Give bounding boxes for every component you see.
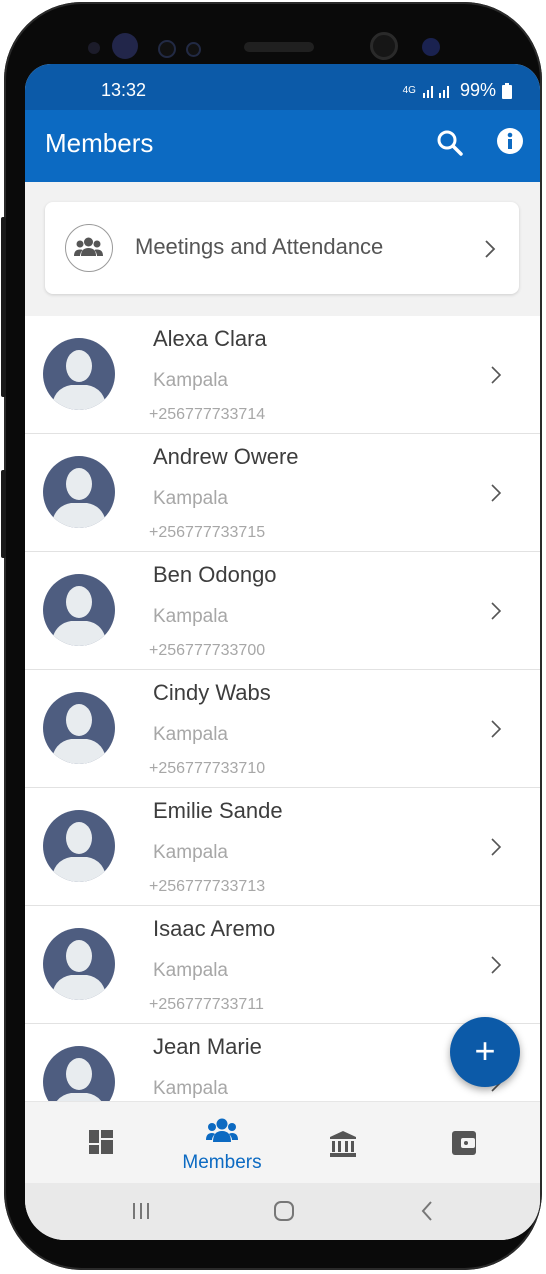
wallet-icon (452, 1131, 476, 1155)
members-icon (206, 1118, 238, 1142)
member-city: Kampala (153, 1078, 228, 1099)
battery-icon (502, 82, 512, 99)
iris-scanner (112, 33, 138, 59)
dashboard-icon (89, 1130, 113, 1154)
chevron-right-icon (491, 838, 502, 856)
avatar-icon (43, 338, 115, 410)
member-city: Kampala (153, 724, 228, 745)
nav-wallet[interactable] (435, 1102, 515, 1184)
avatar-icon (43, 810, 115, 882)
avatar-icon (43, 692, 115, 764)
nav-members-label: Members (182, 1152, 262, 1173)
front-camera-secondary (422, 38, 440, 56)
member-row[interactable]: Isaac Aremo Kampala +256777733711 (25, 906, 540, 1024)
member-city: Kampala (153, 370, 228, 391)
sensor-dot (186, 42, 201, 57)
earpiece-speaker (244, 42, 314, 52)
system-nav-bar (25, 1183, 540, 1240)
meetings-attendance-card[interactable]: Meetings and Attendance (45, 202, 519, 294)
sensor-dot (88, 42, 100, 54)
network-type: 4G (402, 84, 416, 96)
avatar-icon (43, 928, 115, 1000)
member-row[interactable]: Ben Odongo Kampala +256777733700 (25, 552, 540, 670)
member-city: Kampala (153, 842, 228, 863)
recent-apps-icon[interactable] (131, 1201, 151, 1221)
member-phone: +256777733711 (149, 996, 264, 1013)
phone-top-sensors (4, 2, 542, 62)
chevron-right-icon (485, 240, 496, 258)
avatar-icon (43, 456, 115, 528)
member-name: Cindy Wabs (153, 680, 271, 705)
member-row[interactable]: Alexa Clara Kampala +256777733714 (25, 316, 540, 434)
chevron-right-icon (491, 366, 502, 384)
avatar-icon (43, 574, 115, 646)
nav-bank[interactable] (315, 1102, 395, 1184)
member-name: Emilie Sande (153, 798, 283, 823)
front-camera-icon (370, 32, 398, 60)
app-bar: Members (25, 110, 540, 182)
search-icon[interactable] (435, 128, 465, 158)
member-name: Jean Marie (153, 1034, 262, 1059)
chevron-right-icon (491, 602, 502, 620)
member-name: Ben Odongo (153, 562, 277, 587)
member-phone: +256777733710 (149, 760, 266, 777)
member-row[interactable]: Cindy Wabs Kampala +256777733710 (25, 670, 540, 788)
battery-percent: 99% (459, 80, 496, 100)
member-phone: +256777733714 (149, 406, 266, 423)
status-indicators: 4G 99% (403, 80, 512, 101)
signal-icon (422, 85, 449, 98)
screen: 13:32 4G 99% Members Meetings and Attend… (25, 64, 540, 1240)
member-phone: +256777733713 (149, 878, 266, 895)
nav-dashboard[interactable] (61, 1102, 141, 1184)
member-name: Alexa Clara (153, 326, 267, 351)
phone-frame: 13:32 4G 99% Members Meetings and Attend… (1, 2, 542, 1270)
member-row[interactable]: Emilie Sande Kampala +256777733713 (25, 788, 540, 906)
meetings-label: Meetings and Attendance (135, 234, 384, 259)
bottom-nav: Members (25, 1101, 540, 1184)
page-title: Members (45, 128, 154, 158)
members-list: Alexa Clara Kampala +256777733714 Andrew… (25, 316, 540, 1142)
member-name: Isaac Aremo (153, 916, 276, 941)
member-city: Kampala (153, 960, 228, 981)
volume-button (1, 217, 6, 397)
member-city: Kampala (153, 488, 228, 509)
member-phone: +256777733715 (149, 524, 266, 541)
chevron-right-icon (491, 484, 502, 502)
plus-icon: + (474, 1029, 496, 1071)
home-icon[interactable] (273, 1200, 295, 1222)
info-icon[interactable] (495, 126, 525, 156)
status-bar: 13:32 4G 99% (25, 64, 540, 110)
member-name: Andrew Owere (153, 444, 299, 469)
sensor-dot (158, 40, 176, 58)
member-city: Kampala (153, 606, 228, 627)
chevron-right-icon (491, 956, 502, 974)
bixby-button (1, 470, 6, 558)
chevron-right-icon (491, 720, 502, 738)
bank-icon (330, 1131, 356, 1157)
add-member-button[interactable]: + (450, 1017, 520, 1087)
group-icon (65, 224, 113, 272)
status-time: 13:32 (101, 80, 147, 100)
member-phone: +256777733700 (149, 642, 266, 659)
member-row[interactable]: Andrew Owere Kampala +256777733715 (25, 434, 540, 552)
nav-members[interactable]: Members (162, 1102, 282, 1184)
back-icon[interactable] (419, 1200, 435, 1222)
